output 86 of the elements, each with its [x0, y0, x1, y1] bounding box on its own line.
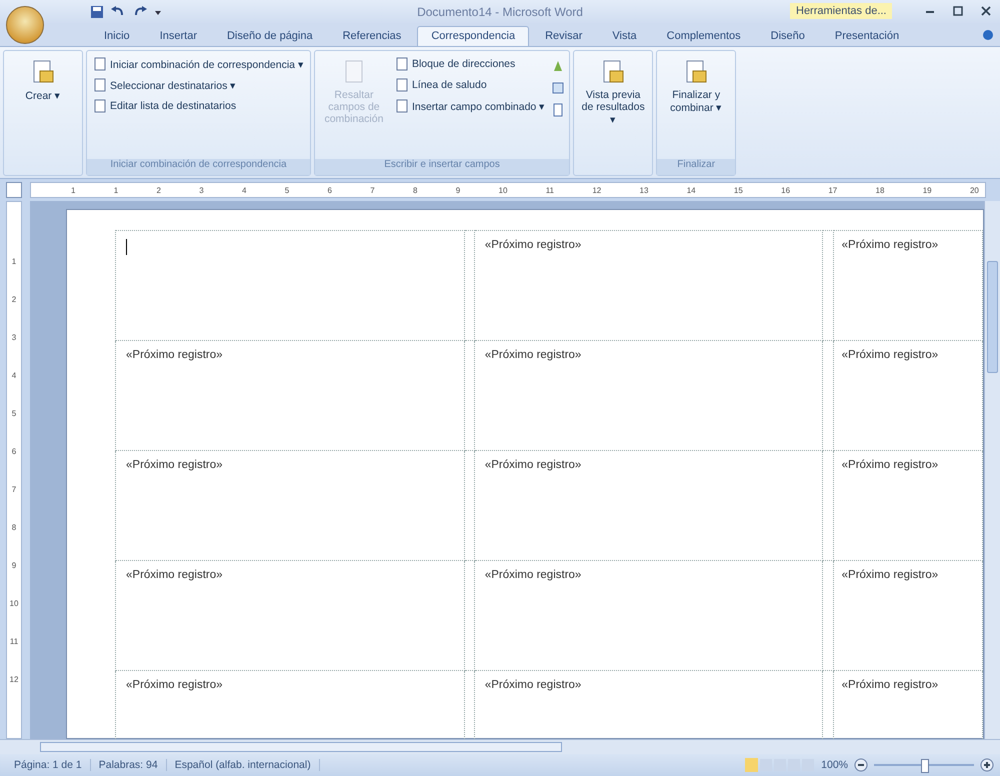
ruler-number: 9: [456, 186, 460, 194]
ribbon-button[interactable]: Editar lista de destinatarios: [91, 97, 306, 115]
ruler-number: 5: [284, 186, 290, 194]
label-cell[interactable]: «Próximo registro»: [833, 450, 982, 560]
ruler-number: 1: [71, 186, 76, 194]
ruler-number: 3: [12, 332, 16, 342]
ribbon-tab[interactable]: Revisar: [531, 26, 596, 46]
merge-field: «Próximo registro»: [126, 679, 223, 691]
ruler-number: 8: [413, 186, 418, 194]
ribbon-button[interactable]: Iniciar combinación de correspondencia ▾: [91, 55, 306, 73]
ruler-number: 17: [828, 186, 838, 194]
merge-field: «Próximo registro»: [484, 349, 582, 361]
ruler-number: 6: [328, 186, 332, 194]
ruler-number: 11: [10, 636, 18, 646]
label-cell[interactable]: «Próximo registro»: [116, 560, 464, 670]
ribbon-button[interactable]: Crear ▾: [8, 55, 78, 155]
ruler-number: 19: [922, 186, 932, 194]
ruler-number: 16: [781, 186, 790, 194]
ribbon-tab[interactable]: Inicio: [90, 26, 144, 46]
label-cell[interactable]: «Próximo registro»: [833, 230, 982, 340]
ruler-number: 6: [12, 446, 16, 456]
label-cell[interactable]: «Próximo registro»: [116, 340, 464, 450]
ruler-number: 10: [498, 186, 508, 194]
ribbon-tab[interactable]: Complementos: [652, 26, 755, 46]
ruler-number: 4: [12, 370, 16, 380]
ruler-number: 5: [12, 408, 16, 418]
ruler-number: 18: [876, 186, 884, 194]
context-tab-label: Herramientas de...: [790, 3, 892, 19]
ruler-number: 4: [242, 186, 246, 194]
ruler-number: 11: [546, 186, 554, 194]
ruler-number: 13: [640, 186, 648, 194]
ruler-number: 7: [370, 186, 375, 194]
ruler-number: 10: [10, 598, 18, 608]
label-cell[interactable]: «Próximo registro»: [474, 560, 823, 670]
group-label: Iniciar combinación de correspondencia: [87, 159, 310, 175]
ribbon-tab[interactable]: Correspondencia: [417, 26, 530, 46]
merge-field: «Próximo registro»: [484, 239, 582, 251]
ribbon-button[interactable]: Vista previa de resultados ▾: [578, 55, 648, 155]
ruler-number: 7: [12, 484, 16, 494]
ruler-number: 3: [199, 186, 204, 194]
status-item[interactable]: Página: 1 de 1: [6, 759, 91, 771]
ruler-number: 2: [12, 294, 16, 304]
ruler-number: 15: [734, 186, 743, 194]
merge-field: «Próximo registro»: [484, 679, 582, 691]
ruler-number: 1: [12, 256, 16, 266]
label-cell[interactable]: «Próximo registro»: [833, 340, 982, 450]
ribbon-button[interactable]: Bloque de direcciones: [392, 55, 548, 73]
ribbon-button[interactable]: Línea de saludo: [392, 76, 548, 94]
ruler-number: 2: [156, 186, 161, 194]
merge-field: «Próximo registro»: [126, 459, 223, 471]
ruler-number: 1: [114, 186, 118, 194]
label-cell[interactable]: «Próximo registro»: [474, 450, 823, 560]
merge-field: «Próximo registro»: [484, 459, 582, 471]
merge-field: «Próximo registro»: [842, 569, 938, 581]
ribbon-button[interactable]: Seleccionar destinatarios ▾: [91, 76, 306, 94]
group-label: Escribir e insertar campos: [314, 159, 570, 175]
ribbon-tab[interactable]: Diseño: [756, 26, 819, 46]
merge-field: «Próximo registro»: [842, 459, 938, 471]
window-title: Documento14 - Microsoft Word: [417, 5, 583, 19]
merge-field: «Próximo registro»: [484, 569, 582, 581]
ruler-number: 9: [12, 560, 16, 570]
ruler-number: 12: [592, 186, 602, 194]
label-cell[interactable]: «Próximo registro»: [833, 560, 982, 670]
merge-field: «Próximo registro»: [842, 679, 938, 691]
zoom-level[interactable]: 100%: [821, 759, 848, 771]
ribbon-tab[interactable]: Referencias: [328, 26, 416, 46]
label-cell[interactable]: «Próximo registro»: [474, 340, 823, 450]
label-cell[interactable]: «Próximo registro»: [116, 450, 464, 560]
ribbon-tab[interactable]: Insertar: [146, 26, 211, 46]
merge-field: «Próximo registro»: [126, 569, 223, 581]
ribbon-tab[interactable]: Presentación: [820, 26, 914, 46]
merge-field: «Próximo registro»: [126, 349, 223, 361]
merge-field: «Próximo registro»: [842, 349, 938, 361]
merge-field: «Próximo registro»: [842, 239, 938, 251]
label-cell[interactable]: «Próximo registro»: [474, 230, 823, 340]
ribbon-tab[interactable]: Diseño de página: [212, 26, 327, 46]
ruler-number: 14: [686, 186, 696, 194]
ribbon-button[interactable]: Insertar campo combinado ▾: [392, 97, 548, 115]
ruler-number: 20: [970, 186, 979, 194]
group-label: Finalizar: [657, 159, 736, 175]
status-item[interactable]: Español (alfab. internacional): [166, 759, 320, 771]
ribbon-tab[interactable]: Vista: [598, 26, 651, 46]
status-item[interactable]: Palabras: 94: [90, 759, 167, 771]
ruler-number: 8: [12, 522, 16, 532]
ribbon-button[interactable]: Finalizar y combinar ▾: [661, 55, 732, 155]
ruler-number: 12: [10, 674, 18, 684]
